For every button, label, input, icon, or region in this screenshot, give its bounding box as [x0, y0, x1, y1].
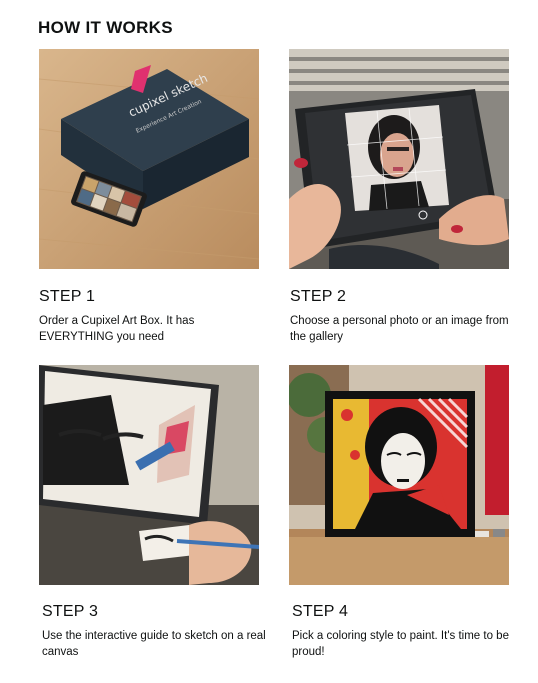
step-2-description: Choose a personal photo or an image from… — [290, 315, 509, 343]
step-1-description: Order a Cupixel Art Box. It has EVERYTHI… — [39, 315, 195, 343]
step-4-title: STEP 4 — [292, 603, 349, 620]
step-4-photo — [289, 365, 509, 585]
step-1-photo: cupixel sketch Experience Art Creation — [39, 49, 259, 269]
step-3-photo — [39, 365, 259, 585]
step-4-description: Pick a coloring style to paint. It's tim… — [292, 630, 509, 658]
step-3-title: STEP 3 — [42, 603, 99, 620]
step-2-photo — [289, 49, 509, 269]
step-1-title: STEP 1 — [39, 288, 96, 305]
step-2-title: STEP 2 — [290, 288, 347, 305]
step-3-description: Use the interactive guide to sketch on a… — [42, 630, 266, 658]
section-heading: HOW IT WORKS — [38, 18, 173, 37]
